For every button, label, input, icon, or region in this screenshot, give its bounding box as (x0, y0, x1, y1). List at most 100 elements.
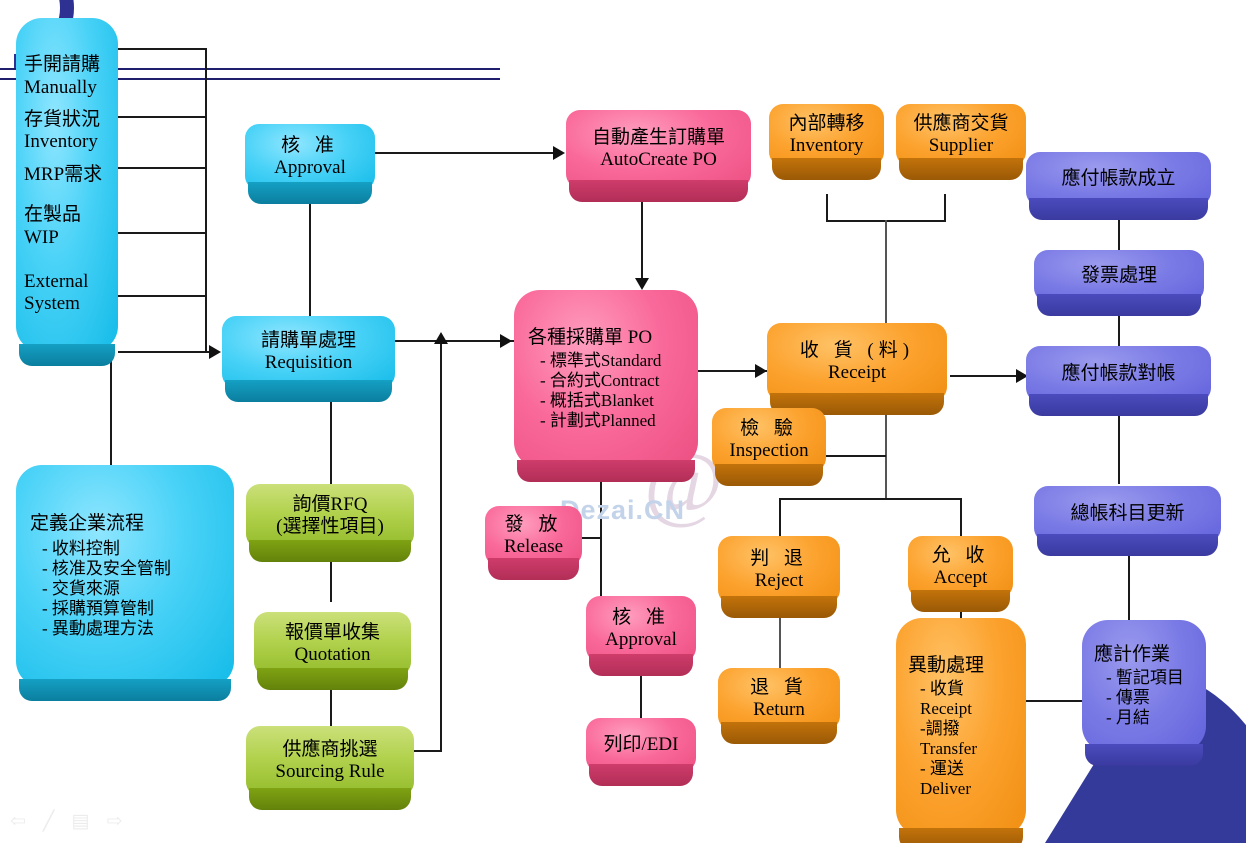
node-release[interactable]: 發 放 Release (485, 506, 582, 580)
requisition-en: Requisition (264, 352, 353, 373)
ap-match-label: 應付帳款對帳 (1061, 362, 1176, 384)
node-quotation[interactable]: 報價單收集 Quotation (254, 612, 411, 690)
return-en: Return (753, 699, 805, 720)
connector-requisition-potypes (395, 340, 514, 342)
accrual-bullet-3: - 月結 (1106, 708, 1150, 728)
connector-supplier-down (944, 194, 946, 222)
node-print-edi[interactable]: 列印/EDI (586, 718, 696, 786)
connector-source-trunk (205, 48, 207, 353)
release-cn: 發 放 (504, 513, 563, 535)
node-requisition[interactable]: 請購單處理 Requisition (222, 316, 395, 402)
connector-to-accept (960, 498, 962, 536)
define-process-bullet-5: - 異動處理方法 (42, 619, 154, 639)
release-en: Release (503, 536, 564, 557)
forward-arrow-icon[interactable]: ⇨ (106, 812, 122, 831)
approval-po-en: Approval (605, 629, 677, 650)
transactions-bullet-6: Deliver (920, 779, 971, 799)
node-supplier-delivery[interactable]: 供應商交貨 Supplier (896, 104, 1026, 180)
node-accept[interactable]: 允 收 Accept (908, 536, 1013, 612)
sourcing-en: Sourcing Rule (275, 761, 385, 782)
connector-inspection-split (779, 498, 962, 500)
requisition-cn: 請購單處理 (260, 329, 356, 351)
accept-cn: 允 收 (931, 544, 990, 566)
source-line-1: 手開請購 (24, 54, 101, 76)
accrual-bullet-1: - 暫記項目 (1106, 668, 1184, 688)
approval-po-cn: 核 准 (612, 606, 670, 628)
connector-trunk-to-requisition (118, 351, 213, 353)
connector-inventory-down (826, 194, 828, 222)
connector-requisition-approval (309, 200, 311, 316)
po-types-bullet-2: - 合約式Contract (540, 371, 660, 391)
source-line-9: System (24, 293, 80, 315)
supplier-en: Supplier (928, 135, 994, 156)
transactions-bullet-3: -調撥 (920, 719, 960, 739)
node-internal-transfer-inventory[interactable]: 內部轉移 Inventory (769, 104, 884, 180)
node-gl-account-update[interactable]: 總帳科目更新 (1034, 486, 1221, 556)
arrow-to-autocreate (553, 146, 565, 160)
connector-source-external (118, 295, 207, 297)
node-ap-matching[interactable]: 應付帳款對帳 (1026, 346, 1211, 416)
rfq-sub: (選擇性項目) (276, 516, 384, 537)
accrual-heading: 應計作業 (1094, 643, 1171, 665)
connector-source-manually (118, 48, 207, 50)
node-invoice-processing[interactable]: 發票處理 (1034, 250, 1204, 316)
return-cn: 退 貨 (750, 676, 808, 698)
transactions-heading: 異動處理 (908, 654, 985, 676)
transactions-bullet-4: Transfer (920, 739, 977, 759)
define-process-bullet-4: - 採購預算管制 (42, 599, 154, 619)
connector-receipt-apmatch (950, 375, 1026, 377)
ap-create-label: 應付帳款成立 (1061, 167, 1176, 189)
diagram-canvas: 手開請購 Manually 存貨狀況 Inventory MRP需求 在製品 W… (0, 0, 1246, 843)
node-purchase-order-types[interactable]: 各種採購單 PO - 標準式Standard - 合約式Contract - 概… (514, 290, 698, 482)
pen-icon[interactable]: ╱ (43, 812, 54, 831)
source-line-3: 存貨狀況 (24, 108, 101, 130)
node-reject[interactable]: 判 退 Reject (718, 536, 840, 618)
reject-en: Reject (754, 570, 804, 591)
source-line-7: WIP (24, 226, 59, 248)
supplier-cn: 供應商交貨 (913, 112, 1009, 134)
connector-to-reject (779, 498, 781, 536)
print-edi-label: 列印/EDI (603, 733, 679, 755)
source-line-5: MRP需求 (24, 163, 103, 185)
node-approval-requisition[interactable]: 核 准 Approval (245, 124, 375, 204)
invoice-label: 發票處理 (1080, 264, 1157, 286)
po-types-bullet-3: - 概括式Blanket (540, 391, 654, 411)
node-approval-po[interactable]: 核 准 Approval (586, 596, 696, 676)
document-icon[interactable]: ▤ (71, 812, 89, 831)
node-return[interactable]: 退 貨 Return (718, 668, 840, 744)
connector-potypes-approval (600, 470, 602, 610)
receipt-en: Receipt (827, 362, 887, 383)
transactions-bullet-5: - 運送 (920, 759, 964, 779)
node-accrual-operations[interactable]: 應計作業 - 暫記項目 - 傳票 - 月結 (1082, 620, 1206, 766)
back-arrow-icon[interactable]: ⇦ (10, 812, 26, 831)
node-ap-creation[interactable]: 應付帳款成立 (1026, 152, 1211, 220)
gl-update-label: 總帳科目更新 (1070, 502, 1185, 524)
quotation-en: Quotation (294, 644, 371, 665)
node-sourcing-rule[interactable]: 供應商挑選 Sourcing Rule (246, 726, 414, 810)
inv-transfer-cn: 內部轉移 (788, 112, 865, 134)
connector-sourcing-riser (440, 340, 442, 750)
define-process-heading: 定義企業流程 (30, 512, 145, 534)
node-autocreate-po[interactable]: 自動產生訂購單 AutoCreate PO (566, 110, 751, 202)
node-define-business-process[interactable]: 定義企業流程 - 收料控制 - 核准及安全管制 - 交貨來源 - 採購預算管制 … (16, 465, 234, 701)
approval-requisition-en: Approval (274, 157, 346, 178)
accept-en: Accept (933, 567, 988, 588)
node-rfq[interactable]: 詢價RFQ (選擇性項目) (246, 484, 414, 562)
approval-requisition-cn: 核 准 (281, 134, 339, 156)
autocreate-en: AutoCreate PO (600, 149, 717, 170)
connector-approval-autocreate (374, 152, 555, 154)
node-receipt[interactable]: 收 貨 (料) Receipt (767, 323, 947, 415)
node-demand-sources[interactable]: 手開請購 Manually 存貨狀況 Inventory MRP需求 在製品 W… (16, 18, 118, 366)
connector-define-process-up (110, 355, 112, 465)
receipt-cn: 收 貨 (料) (799, 339, 915, 361)
node-transaction-processing[interactable]: 異動處理 - 收貨 Receipt -調撥 Transfer - 運送 Deli… (896, 618, 1026, 843)
inspection-cn: 檢 驗 (740, 417, 798, 439)
node-inspection[interactable]: 檢 驗 Inspection (712, 408, 826, 486)
arrow-to-po-types (635, 278, 649, 290)
source-line-8: External (24, 271, 89, 293)
connector-inspection-tap (820, 455, 886, 457)
accrual-bullet-2: - 傳票 (1106, 688, 1150, 708)
arrow-to-receipt (755, 364, 767, 378)
po-types-heading: 各種採購單 PO (528, 326, 653, 348)
connector-supply-to-receipt (885, 220, 887, 328)
